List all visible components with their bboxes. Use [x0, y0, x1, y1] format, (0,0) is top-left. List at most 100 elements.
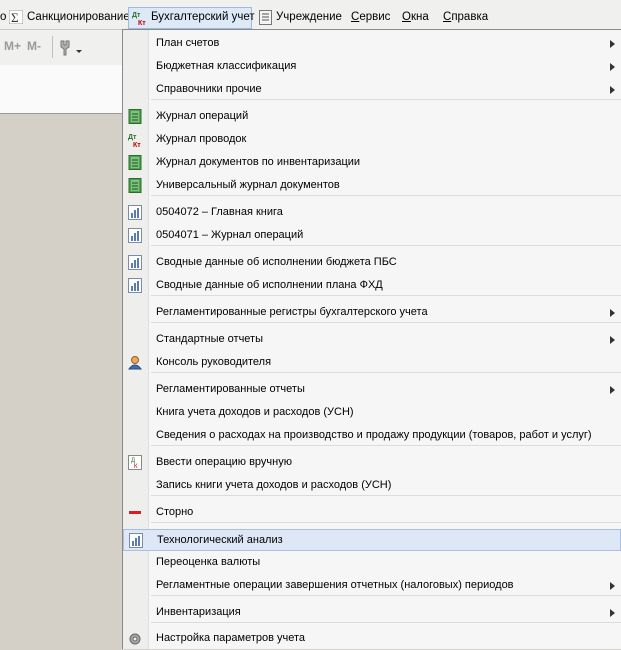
menu-separator: [151, 495, 621, 496]
menu-item[interactable]: Журнал документов по инвентаризации: [123, 152, 621, 174]
journal-icon: [128, 155, 142, 170]
menu-separator: [151, 372, 621, 373]
report-icon: [128, 278, 142, 293]
menu-item-label: Сводные данные об исполнении плана ФХД: [156, 279, 383, 291]
menu-item-label: Регламентированные отчеты: [156, 383, 305, 395]
menu-item-label: Запись книги учета доходов и расходов (У…: [156, 479, 392, 491]
menu-item[interactable]: Справочники прочие: [123, 79, 621, 101]
menu-item-label: Сведения о расходах на производство и пр…: [156, 429, 592, 441]
menu-item[interactable]: План счетов: [123, 33, 621, 55]
menu-item-label: Стандартные отчеты: [156, 333, 263, 345]
menu-help[interactable]: Справка: [443, 8, 488, 26]
menu-item-label: Книга учета доходов и расходов (УСН): [156, 406, 354, 418]
menu-separator: [151, 595, 621, 596]
submenu-arrow-icon: [610, 86, 615, 94]
menu-item-label: 0504071 – Журнал операций: [156, 229, 304, 241]
menu-separator: [151, 445, 621, 446]
menu-item-label: Консоль руководителя: [156, 356, 272, 368]
menu-item[interactable]: Журнал операций: [123, 106, 621, 128]
report-icon: [128, 205, 142, 220]
svg-text:Дт: Дт: [132, 12, 141, 19]
menu-item-label: Универсальный журнал документов: [156, 179, 340, 191]
report-icon: [129, 533, 143, 548]
journal-icon: [128, 109, 142, 124]
menu-item[interactable]: Книга учета доходов и расходов (УСН): [123, 402, 621, 424]
svg-text:Σ: Σ: [11, 10, 19, 24]
memory-minus-button[interactable]: M-: [27, 39, 41, 53]
dt-kt-icon: ДтКт: [128, 134, 141, 147]
menu-item-label: Справочники прочие: [156, 83, 262, 95]
submenu-arrow-icon: [610, 63, 615, 71]
menu-separator: [151, 99, 621, 100]
menu-separator: [151, 295, 621, 296]
menu-separator: [151, 245, 621, 246]
toolbar: M+ M-: [0, 30, 125, 65]
menu-item-label: Регламентированные регистры бухгалтерско…: [156, 306, 428, 318]
memory-plus-button[interactable]: M+: [4, 39, 21, 53]
submenu-arrow-icon: [610, 309, 615, 317]
menu-item-label: Журнал операций: [156, 110, 249, 122]
manual-entry-icon: ДК: [128, 455, 142, 470]
menu-item[interactable]: Д К Ввести операцию вручную: [123, 452, 621, 474]
menu-item[interactable]: Регламентированные отчеты: [123, 379, 621, 401]
menu-item-label: Технологический анализ: [157, 534, 283, 546]
menu-item[interactable]: Универсальный журнал документов: [123, 175, 621, 197]
report-icon: [128, 228, 142, 243]
svg-text:К: К: [134, 464, 138, 470]
menu-item-label: Регламентные операции завершения отчетны…: [156, 579, 514, 591]
sigma-icon: Σ: [9, 10, 23, 24]
svg-text:Дт: Дт: [128, 134, 137, 141]
svg-text:Кт: Кт: [138, 20, 146, 26]
menu-item[interactable]: Запись книги учета доходов и расходов (У…: [123, 475, 621, 497]
menu-item[interactable]: Консоль руководителя: [123, 352, 621, 374]
menu-item[interactable]: Сведения о расходах на производство и пр…: [123, 425, 621, 447]
menu-item-label: Бюджетная классификация: [156, 60, 297, 72]
institution-icon: [259, 10, 272, 25]
menu-item[interactable]: Технологический анализ: [123, 529, 621, 551]
menu-item[interactable]: Переоценка валюты: [123, 552, 621, 574]
menu-item[interactable]: Бюджетная классификация: [123, 56, 621, 78]
svg-text:Кт: Кт: [133, 142, 141, 147]
menu-item-label: Журнал проводок: [156, 133, 247, 145]
menu-windows[interactable]: Окна: [402, 8, 429, 26]
menu-item[interactable]: Дт Кт Журнал проводок: [123, 129, 621, 151]
menu-item-label: Переоценка валюты: [156, 556, 261, 568]
menu-item[interactable]: Инвентаризация: [123, 602, 621, 624]
menu-item-label: Журнал документов по инвентаризации: [156, 156, 361, 168]
submenu-arrow-icon: [610, 609, 615, 617]
menu-item-label: Ввести операцию вручную: [156, 456, 292, 468]
menu-item[interactable]: Сторно: [123, 502, 621, 524]
tools-icon[interactable]: [58, 39, 84, 57]
menu-accounting[interactable]: Бухгалтерский учет: [151, 8, 255, 26]
menu-separator: [151, 522, 621, 523]
menu-item[interactable]: Регламентированные регистры бухгалтерско…: [123, 302, 621, 324]
menu-separator: [151, 322, 621, 323]
submenu-arrow-icon: [610, 386, 615, 394]
dt-kt-icon: Дт Кт: [132, 12, 146, 26]
menu-item[interactable]: Стандартные отчеты: [123, 329, 621, 351]
menu-item[interactable]: Сводные данные об исполнении бюджета ПБС: [123, 252, 621, 274]
menu-item-label: План счетов: [156, 37, 220, 49]
storno-icon: [129, 511, 141, 514]
menu-item[interactable]: Регламентные операции завершения отчетны…: [123, 575, 621, 597]
menu-item[interactable]: Сводные данные об исполнении плана ФХД: [123, 275, 621, 297]
menu-service[interactable]: Сервис: [351, 8, 390, 26]
gear-icon: [129, 633, 141, 645]
menu-item[interactable]: 0504072 – Главная книга: [123, 202, 621, 224]
report-icon: [128, 255, 142, 270]
toolbar-separator: [52, 36, 53, 58]
submenu-arrow-icon: [610, 40, 615, 48]
menu-item-label: Сторно: [156, 506, 194, 518]
menu-item-label: Настройка параметров учета: [156, 632, 306, 644]
menu-item-label: Сводные данные об исполнении бюджета ПБС: [156, 256, 397, 268]
menu-item[interactable]: Настройка параметров учета: [123, 628, 621, 650]
journal-icon: [128, 178, 142, 193]
menubar-fragment: о: [0, 11, 7, 23]
menu-separator: [151, 622, 621, 623]
menu-institution[interactable]: Учреждение: [276, 8, 342, 26]
menu-item[interactable]: 0504071 – Журнал операций: [123, 225, 621, 247]
submenu-arrow-icon: [610, 336, 615, 344]
accounting-dropdown-menu: План счетов Бюджетная классификация Справо…: [122, 29, 621, 649]
menu-sanctioning[interactable]: Санкционирование: [27, 8, 130, 26]
left-pane: [0, 65, 124, 114]
